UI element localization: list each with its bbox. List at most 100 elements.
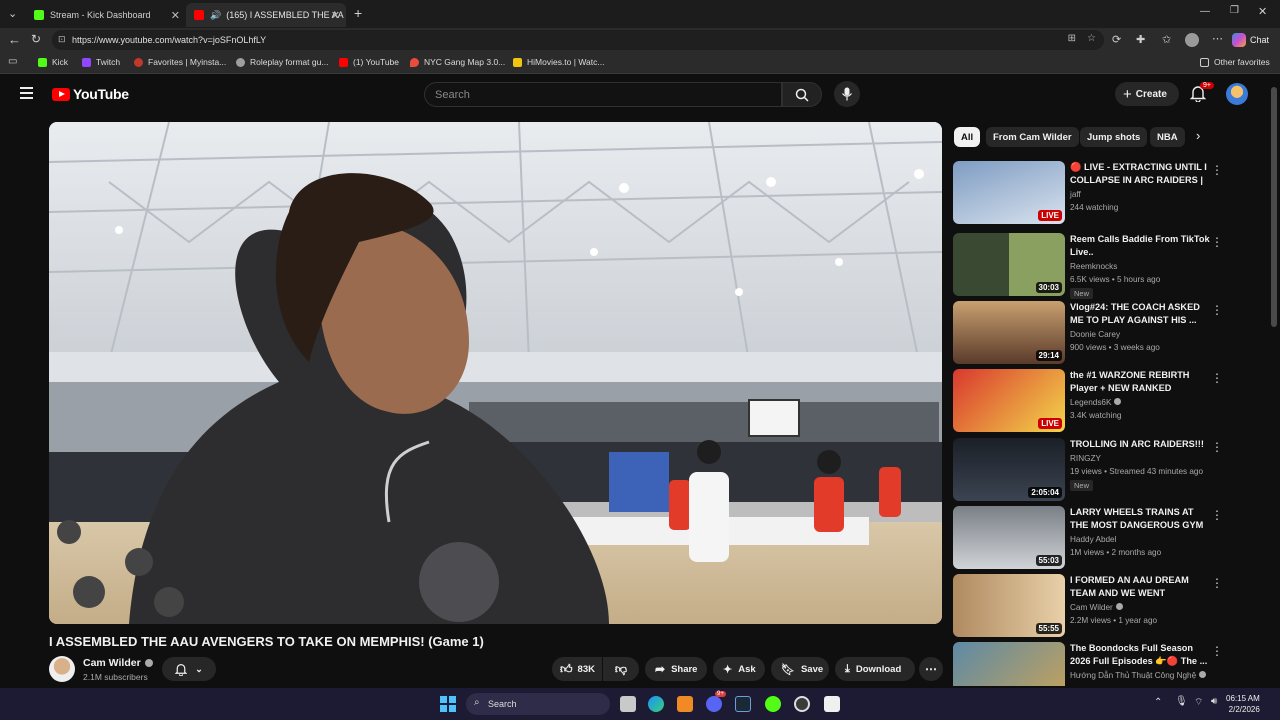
menu-hamburger-icon[interactable] <box>20 87 33 99</box>
more-vertical-icon[interactable]: ⋮ <box>1211 644 1223 658</box>
page-scrollbar[interactable] <box>1268 75 1280 688</box>
more-vertical-icon[interactable]: ⋮ <box>1211 440 1223 454</box>
search-button[interactable] <box>782 82 822 107</box>
favorite-star-icon[interactable]: ☆ <box>1087 33 1096 44</box>
channel-name-link[interactable]: Cam Wilder <box>83 657 153 669</box>
ask-button[interactable]: ✦ Ask <box>713 657 765 681</box>
video-thumbnail[interactable]: 55:03 <box>953 506 1065 569</box>
discord-icon[interactable]: 9+ <box>706 691 726 712</box>
task-view-icon[interactable] <box>620 696 636 712</box>
youtube-logo[interactable]: YouTube <box>52 86 129 102</box>
recommended-video[interactable]: 55:55 I FORMED AN AAU DREAM TEAM AND WE … <box>953 574 1253 638</box>
more-vertical-icon[interactable]: ⋮ <box>1211 371 1223 385</box>
save-button[interactable]: 🔖︎ Save <box>771 657 829 681</box>
settings-more-icon[interactable]: ⋯ <box>1212 32 1223 45</box>
url-field[interactable]: ⊡ https://www.youtube.com/watch?v=joSFnO… <box>52 30 1104 50</box>
share-button[interactable]: ➦ Share <box>645 657 707 681</box>
site-info-icon[interactable]: ⊡ <box>58 34 66 45</box>
bookmark-nyc-gang-map[interactable]: NYC Gang Map 3.0... <box>410 57 505 67</box>
recommended-channel[interactable]: Legends6K <box>1070 398 1122 407</box>
browser-tab-youtube[interactable]: 🔊 (165) I ASSEMBLED THE AAU ✕ <box>186 3 346 27</box>
channel-avatar[interactable] <box>49 656 75 682</box>
recommended-title[interactable]: 🔴 LIVE - EXTRACTING UNTIL I COLLAPSE IN … <box>1070 161 1210 187</box>
minimize-window-icon[interactable]: — <box>1200 6 1210 17</box>
back-arrow-icon[interactable]: ← <box>8 32 21 47</box>
more-actions-button[interactable]: ⋯ <box>919 657 943 681</box>
recommended-title[interactable]: LARRY WHEELS TRAINS AT THE MOST DANGEROU… <box>1070 506 1210 532</box>
close-tab-icon[interactable]: ✕ <box>331 9 340 22</box>
notifications-subscribed-button[interactable]: ⌄ <box>162 657 216 681</box>
bookmark-twitch[interactable]: Twitch <box>82 57 120 67</box>
close-tab-icon[interactable]: ✕ <box>171 9 180 22</box>
new-tab-plus-icon[interactable]: + <box>354 5 362 21</box>
obs-icon[interactable] <box>794 696 810 712</box>
video-thumbnail[interactable]: 30:03 <box>953 233 1065 296</box>
speaker-icon[interactable]: 🔊 <box>210 10 221 21</box>
extensions-puzzle-icon[interactable]: ✚ <box>1136 33 1145 46</box>
refresh-extension-icon[interactable]: ⟳ <box>1112 33 1121 46</box>
video-thumbnail[interactable] <box>953 642 1065 686</box>
tab-list-chevron-icon[interactable]: ⌄ <box>8 7 17 20</box>
profile-avatar-icon[interactable] <box>1185 33 1199 47</box>
download-button[interactable]: ⤓ Download <box>835 657 915 681</box>
video-thumbnail[interactable]: LIVE <box>953 369 1065 432</box>
browser-tab-kick[interactable]: Stream - Kick Dashboard ✕ <box>26 3 186 27</box>
recommended-title[interactable]: TROLLING IN ARC RAIDERS!!! <box>1070 438 1210 451</box>
more-vertical-icon[interactable]: ⋮ <box>1211 576 1223 590</box>
recommended-channel[interactable]: Doonie Carey <box>1070 330 1120 339</box>
kick-app-icon[interactable] <box>765 696 781 712</box>
notepad-icon[interactable] <box>824 696 840 712</box>
recommended-title[interactable]: The Boondocks Full Season 2026 Full Epis… <box>1070 642 1210 668</box>
bookmark-himovies[interactable]: HiMovies.to | Watc... <box>513 57 604 67</box>
reload-icon[interactable]: ↻ <box>31 32 41 46</box>
video-thumbnail[interactable]: 55:55 <box>953 574 1065 637</box>
show-hidden-icons-chevron-icon[interactable]: ⌃ <box>1154 697 1162 708</box>
recommended-title[interactable]: Vlog#24: THE COACH ASKED ME TO PLAY AGAI… <box>1070 301 1210 327</box>
recommended-title[interactable]: Reem Calls Baddie From TikTok Live.. <box>1070 233 1210 259</box>
recommended-channel[interactable]: Hướng Dẫn Thủ Thuật Công Nghệ <box>1070 671 1207 680</box>
more-vertical-icon[interactable]: ⋮ <box>1211 235 1223 249</box>
scrollbar-thumb[interactable] <box>1271 87 1277 327</box>
bookmark-myinstants[interactable]: Favorites | Myinsta... <box>134 57 226 67</box>
bookmark-kick[interactable]: Kick <box>38 57 68 67</box>
more-vertical-icon[interactable]: ⋮ <box>1211 508 1223 522</box>
recommended-title[interactable]: the #1 WARZONE REBIRTH Player + NEW RANK… <box>1070 369 1210 395</box>
create-button[interactable]: + Create <box>1115 82 1179 106</box>
wifi-icon[interactable]: ⌔ <box>1194 696 1203 709</box>
other-favorites[interactable]: Other favorites <box>1200 57 1270 67</box>
account-avatar[interactable] <box>1226 83 1248 105</box>
notifications-button[interactable]: 9+ <box>1189 82 1214 103</box>
system-clock[interactable]: 06:15 AM 2/2/2026 <box>1226 693 1260 715</box>
steam-icon[interactable] <box>735 696 751 712</box>
more-vertical-icon[interactable]: ⋮ <box>1211 303 1223 317</box>
dislike-button[interactable]: 👎︎ <box>603 657 639 681</box>
recommended-video[interactable]: The Boondocks Full Season 2026 Full Epis… <box>953 642 1253 686</box>
recommended-video[interactable]: LIVE the #1 WARZONE REBIRTH Player + NEW… <box>953 369 1253 433</box>
bookmark-youtube[interactable]: (1) YouTube <box>339 57 399 67</box>
recommended-channel[interactable]: jaff <box>1070 190 1081 199</box>
video-thumbnail[interactable]: 29:14 <box>953 301 1065 364</box>
chip-nba[interactable]: NBA <box>1150 127 1185 147</box>
close-window-icon[interactable]: ✕ <box>1258 5 1267 18</box>
taskbar-search-input[interactable]: ⌕ Search <box>466 693 610 715</box>
recommended-channel[interactable]: Cam Wilder <box>1070 603 1123 612</box>
favorites-icon[interactable]: ✩ <box>1162 33 1171 46</box>
volume-icon[interactable]: 🔊︎ <box>1211 696 1217 707</box>
chip-all[interactable]: All <box>954 127 981 147</box>
like-button[interactable]: 👍︎ 83K <box>552 657 602 681</box>
recommended-video[interactable]: LIVE 🔴 LIVE - EXTRACTING UNTIL I COLLAPS… <box>953 161 1253 225</box>
recommended-video[interactable]: 30:03 Reem Calls Baddie From TikTok Live… <box>953 233 1253 299</box>
app-available-icon[interactable]: ⊞ <box>1068 33 1076 44</box>
vlc-icon[interactable] <box>677 696 693 712</box>
maximize-window-icon[interactable]: ❐ <box>1230 5 1239 16</box>
chips-next-chevron-icon[interactable]: › <box>1196 128 1200 143</box>
search-input[interactable]: Search <box>424 82 782 107</box>
recommended-channel[interactable]: Haddy Abdel <box>1070 535 1116 544</box>
edge-browser-icon[interactable] <box>648 696 664 712</box>
recommended-channel[interactable]: Reemknocks <box>1070 262 1117 271</box>
recommended-video[interactable]: 29:14 Vlog#24: THE COACH ASKED ME TO PLA… <box>953 301 1253 365</box>
video-thumbnail[interactable]: LIVE <box>953 161 1065 224</box>
recommended-video[interactable]: 2:05:04 TROLLING IN ARC RAIDERS!!! RINGZ… <box>953 438 1253 502</box>
microphone-tray-icon[interactable]: 🎙︎ <box>1175 696 1188 707</box>
video-thumbnail[interactable]: 2:05:04 <box>953 438 1065 501</box>
